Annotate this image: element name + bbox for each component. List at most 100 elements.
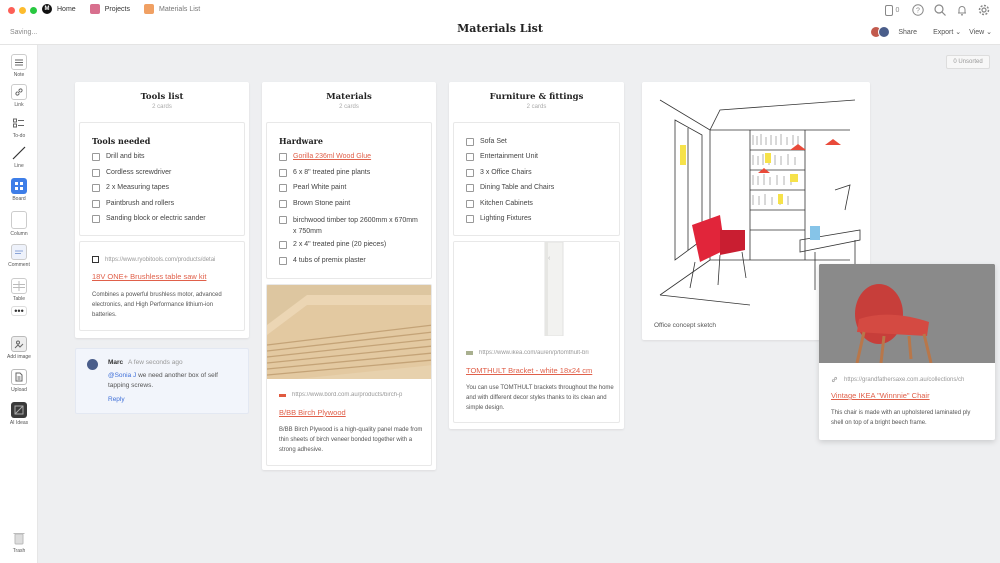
link-card-vintage-chair[interactable]: https://grandfathersaxe.com.au/collectio… (819, 264, 995, 440)
todo-title[interactable]: Tools needed (92, 136, 150, 146)
checkbox[interactable] (466, 184, 474, 192)
link-card-ryobi[interactable]: https://www.ryobitools.com/products/deta… (79, 241, 245, 331)
tool-add-image[interactable]: Add image (0, 336, 38, 360)
todo-item[interactable]: Kitchen Cabinets (466, 200, 533, 208)
checkbox[interactable] (279, 241, 287, 249)
search-icon[interactable] (934, 4, 946, 16)
checkbox[interactable] (92, 215, 100, 223)
link-url[interactable]: https://www.ikea.com/au/en/p/tomthult-br… (466, 350, 616, 356)
link-url[interactable]: https://www.bord.com.au/products/birch-p (279, 392, 429, 398)
todo-icon (11, 115, 27, 131)
export-button[interactable]: Export ⌄ (933, 28, 961, 36)
todo-item[interactable]: Sofa Set (466, 138, 507, 146)
todo-item[interactable]: 6 x 8" treated pine plants (279, 169, 370, 177)
tool-board[interactable]: Board (0, 178, 38, 202)
minimize-window-button[interactable] (19, 7, 26, 14)
upload-icon (11, 369, 27, 385)
checkbox[interactable] (466, 138, 474, 146)
todo-item[interactable]: Dining Table and Chairs (466, 184, 554, 192)
maximize-window-button[interactable] (30, 7, 37, 14)
todo-item[interactable]: Lighting Fixtures (466, 215, 531, 223)
todo-item[interactable]: Paintbrush and rollers (92, 200, 174, 208)
todo-item[interactable]: 4 tubs of premix plaster (279, 257, 366, 265)
share-button[interactable]: Share (898, 29, 917, 36)
checkbox[interactable] (279, 200, 287, 208)
tool-line[interactable]: Line (0, 145, 38, 169)
checkbox[interactable] (466, 200, 474, 208)
todo-title[interactable]: Hardware (279, 136, 323, 146)
checkbox[interactable] (92, 169, 100, 177)
collaborator-avatars[interactable] (870, 26, 891, 38)
view-button[interactable]: View ⌄ (969, 28, 992, 36)
gear-icon[interactable] (978, 4, 990, 16)
todo-item[interactable]: 2 x 4" treated pine (20 pieces) (279, 241, 386, 249)
todo-item[interactable]: 2 x Measuring tapes (92, 184, 169, 192)
link-card-plywood[interactable]: https://www.bord.com.au/products/birch-p… (266, 284, 432, 466)
column-materials[interactable]: Materials 2 cards Hardware Gorilla 236ml… (262, 82, 436, 470)
mention[interactable]: @Sonia J (108, 372, 136, 379)
breadcrumb-home[interactable]: M Home (42, 4, 76, 14)
link-title[interactable]: Vintage IKEA "Winnnie" Chair (831, 391, 930, 400)
todo-card-furniture[interactable]: Sofa Set Entertainment Unit 3 x Office C… (453, 122, 620, 236)
checkbox[interactable] (279, 216, 287, 224)
ikea-favicon-icon (466, 351, 473, 355)
todo-item[interactable]: Cordless screwdriver (92, 169, 171, 177)
link-title[interactable]: B/BB Birch Plywood (279, 408, 346, 417)
checkbox[interactable] (466, 153, 474, 161)
top-icons: 0 ? (882, 4, 990, 16)
trash-button[interactable]: Trash (0, 530, 38, 554)
board-actions: Share Export ⌄ View ⌄ (870, 26, 992, 38)
tool-link[interactable]: Link (0, 84, 38, 108)
tool-todo[interactable]: To-do (0, 115, 38, 139)
todo-item[interactable]: Gorilla 236ml Wood Glue (279, 153, 371, 161)
checkbox[interactable] (92, 200, 100, 208)
todo-item[interactable]: Drill and bits (92, 153, 145, 161)
todo-item[interactable]: Sanding block or electric sander (92, 215, 206, 223)
column-tools-list[interactable]: Tools list 2 cards Tools needed Drill an… (75, 82, 249, 338)
link-url[interactable]: https://www.ryobitools.com/products/deta… (92, 256, 242, 263)
checkbox[interactable] (279, 169, 287, 177)
more-tools-button[interactable]: ••• (0, 306, 38, 318)
column-title[interactable]: Tools list (75, 92, 249, 102)
link-title[interactable]: 18V ONE+ Brushless table saw kit (92, 272, 206, 281)
todo-item[interactable]: Brown Stone paint (279, 200, 350, 208)
checkbox[interactable] (92, 184, 100, 192)
tool-note[interactable]: Note (0, 54, 38, 78)
unsorted-button[interactable]: 0 Unsorted (946, 55, 990, 69)
todo-item[interactable]: Pearl White paint (279, 184, 346, 192)
reply-button[interactable]: Reply (108, 396, 125, 403)
close-window-button[interactable] (8, 7, 15, 14)
link-card-tomthult[interactable]: ‹ https://www.ikea.com/au/en/p/tomthult-… (453, 241, 620, 423)
column-title[interactable]: Furniture & fittings (449, 92, 624, 102)
checkbox[interactable] (92, 153, 100, 161)
link-url[interactable]: https://grandfathersaxe.com.au/collectio… (831, 376, 991, 383)
breadcrumb-projects[interactable]: Projects (89, 4, 130, 14)
comment-card[interactable]: Marc A few seconds ago @Sonia J we need … (75, 348, 249, 414)
checkbox[interactable] (279, 153, 287, 161)
checkbox[interactable] (466, 169, 474, 177)
todo-card-hardware[interactable]: Hardware Gorilla 236ml Wood Glue 6 x 8" … (266, 122, 432, 279)
device-icon[interactable]: 0 (882, 4, 902, 16)
page-title[interactable]: Materials List (457, 22, 543, 35)
checkbox[interactable] (279, 184, 287, 192)
tool-comment[interactable]: Comment (0, 244, 38, 268)
bell-icon[interactable] (956, 4, 968, 16)
todo-item[interactable]: birchwood timber top 2600mm x 670mm x 75… (279, 215, 419, 237)
todo-item[interactable]: Entertainment Unit (466, 153, 538, 161)
tool-ai-ideas[interactable]: AI Ideas (0, 402, 38, 426)
tool-upload[interactable]: Upload (0, 369, 38, 393)
link-title[interactable]: TOMTHULT Bracket - white 18x24 cm (466, 366, 592, 375)
chevron-down-icon: ⌄ (955, 29, 962, 36)
milanote-logo-icon: M (42, 4, 52, 14)
help-icon[interactable]: ? (912, 4, 924, 16)
tool-column[interactable]: Column (0, 211, 38, 237)
link-description: B/BB Birch Plywood is a high-quality pan… (279, 427, 423, 453)
checkbox[interactable] (279, 257, 287, 265)
todo-card-tools[interactable]: Tools needed Drill and bits Cordless scr… (79, 122, 245, 236)
column-title[interactable]: Materials (262, 92, 436, 102)
breadcrumb-materials-list[interactable]: Materials List (143, 4, 200, 14)
tool-table[interactable]: Table (0, 278, 38, 302)
column-furniture-fittings[interactable]: Furniture & fittings 2 cards Sofa Set En… (449, 82, 624, 429)
todo-item[interactable]: 3 x Office Chairs (466, 169, 532, 177)
checkbox[interactable] (466, 215, 474, 223)
